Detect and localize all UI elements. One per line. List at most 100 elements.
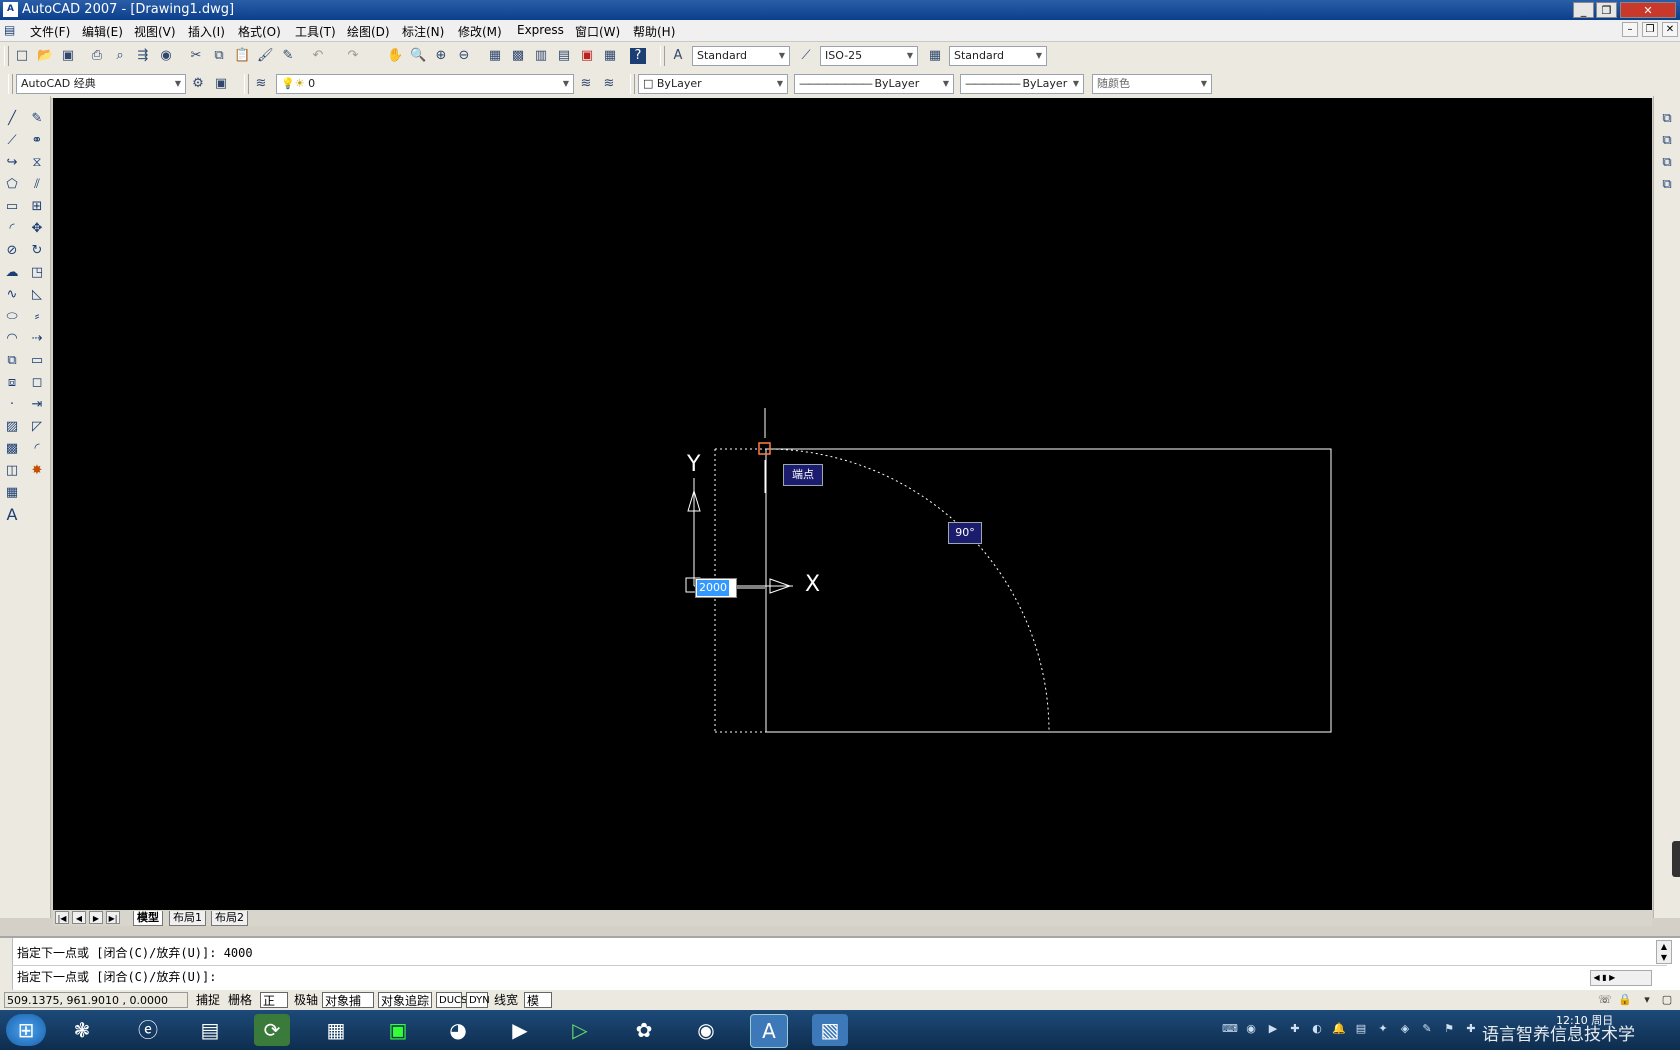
properties-icon[interactable]: ▦ xyxy=(487,48,503,64)
lock-icon[interactable]: 🔒 xyxy=(1618,993,1632,1007)
layer-previous-icon[interactable]: ≋ xyxy=(601,76,617,92)
tray-icon-4[interactable]: ◐ xyxy=(1310,1022,1324,1036)
extend-icon[interactable]: ⇢ xyxy=(28,330,46,348)
tab-model[interactable]: 模型 xyxy=(133,911,163,926)
my-workspace-icon[interactable]: ▣ xyxy=(213,76,229,92)
linetype-select[interactable]: ———————— ByLayer ▼ xyxy=(794,74,954,94)
tray-icon-10[interactable]: ✚ xyxy=(1464,1022,1478,1036)
menu-draw[interactable]: 绘图(D) xyxy=(347,23,390,40)
break-at-point-icon[interactable]: ▭ xyxy=(28,352,46,370)
plotstyle-select[interactable]: 随颜色 ▼ xyxy=(1092,74,1212,94)
zoom-previous-icon[interactable]: ⊖ xyxy=(456,48,472,64)
text-style-select[interactable]: Standard ▼ xyxy=(692,46,790,66)
design-center-icon[interactable]: ▩ xyxy=(510,48,526,64)
menu-format[interactable]: 格式(O) xyxy=(238,23,281,40)
chamfer-icon[interactable]: ◸ xyxy=(28,418,46,436)
communication-center-icon[interactable]: ☏ xyxy=(1598,993,1612,1007)
keyboard-icon[interactable]: ⌨ xyxy=(1222,1022,1238,1036)
gradient-icon[interactable]: ▩ xyxy=(3,440,21,458)
command-horizontal-scrollbar[interactable]: ◀ ▮ ▶ xyxy=(1590,970,1652,986)
match-properties-icon[interactable]: 🖌 xyxy=(257,48,274,64)
scale-icon[interactable]: ◳ xyxy=(28,264,46,282)
lineweight-select[interactable]: —————— ByLayer ▼ xyxy=(960,74,1084,94)
command-prompt-line[interactable]: 指定下一点或 [闭合(C)/放弃(U)]: xyxy=(17,968,216,985)
plot-icon[interactable]: ⎙ xyxy=(89,48,105,64)
app-icon-blue[interactable]: ▦ xyxy=(318,1014,354,1046)
tab-layout1[interactable]: 布局1 xyxy=(169,911,206,926)
fillet-icon[interactable]: ◜ xyxy=(28,440,46,458)
status-toggle-1[interactable]: 栅格 xyxy=(226,992,260,1008)
tray-icon-6[interactable]: ✦ xyxy=(1376,1022,1390,1036)
offset-icon[interactable]: ⫽ xyxy=(28,176,46,194)
undo-icon[interactable]: ↶ xyxy=(310,48,326,64)
explode-icon[interactable]: ✸ xyxy=(28,462,46,480)
erase-icon[interactable]: ✎ xyxy=(28,110,46,128)
clean-screen-icon[interactable]: ▢ xyxy=(1660,993,1674,1007)
status-toggle-8[interactable]: 线宽 xyxy=(492,992,524,1008)
move-icon[interactable]: ✥ xyxy=(28,220,46,238)
hatch-icon[interactable]: ▨ xyxy=(3,418,21,436)
browser-icon[interactable]: ◕ xyxy=(440,1014,476,1046)
drawing-canvas[interactable]: Y X 端点 90° 2000 xyxy=(53,98,1652,910)
menu-express[interactable]: Express xyxy=(517,23,564,37)
copy-icon[interactable]: ⧉ xyxy=(211,48,227,64)
insert-block-icon[interactable]: ⧉ xyxy=(3,352,21,370)
package-app-icon[interactable]: ▧ xyxy=(812,1014,848,1046)
help-icon[interactable]: ? xyxy=(630,48,646,64)
toolbar-grip[interactable] xyxy=(4,46,9,66)
minimize-button[interactable]: _ xyxy=(1573,2,1594,18)
tray-icon-7[interactable]: ◈ xyxy=(1398,1022,1412,1036)
restore-button[interactable]: ❐ xyxy=(1596,2,1617,18)
autocad-app-icon[interactable]: A xyxy=(3,2,18,17)
calculator-icon[interactable]: ▦ xyxy=(602,48,618,64)
last-layout-button[interactable]: ▶| xyxy=(106,911,120,924)
save-icon[interactable]: ▣ xyxy=(60,48,76,64)
copy-object-icon[interactable]: ⚭ xyxy=(28,132,46,150)
menu-dimension[interactable]: 标注(N) xyxy=(402,23,444,40)
open-icon[interactable]: 📂 xyxy=(37,48,53,64)
app-icon-green[interactable]: ⟳ xyxy=(254,1014,290,1046)
stretch-icon[interactable]: ◺ xyxy=(28,286,46,304)
command-scrollbar[interactable]: ▲ ▼ xyxy=(1656,940,1672,964)
tray-icon-9[interactable]: ⚑ xyxy=(1442,1022,1456,1036)
toolbar-grip[interactable] xyxy=(244,74,249,94)
pan-icon[interactable]: ✋ xyxy=(387,48,403,64)
notification-icon[interactable]: 🔔 xyxy=(1332,1022,1346,1036)
status-toggle-4[interactable]: 对象捕捉 xyxy=(322,992,374,1024)
workspace-select[interactable]: AutoCAD 经典 ▼ xyxy=(16,74,186,94)
make-block-icon[interactable]: ⧈ xyxy=(3,374,21,392)
ellipse-arc-icon[interactable]: ◠ xyxy=(3,330,21,348)
bring-to-front-icon[interactable]: ⧉ xyxy=(1658,110,1676,128)
iqiyi-icon[interactable]: ▣ xyxy=(380,1014,416,1046)
next-layout-button[interactable]: ▶ xyxy=(89,911,103,924)
polyline-icon[interactable]: ↪ xyxy=(3,154,21,172)
send-to-back-icon[interactable]: ⧉ xyxy=(1658,132,1676,150)
status-toggle-6[interactable]: DUCS xyxy=(436,992,467,1008)
menu-help[interactable]: 帮助(H) xyxy=(633,23,675,40)
ellipse-icon[interactable]: ⬭ xyxy=(3,308,21,326)
text-style-icon[interactable]: A xyxy=(670,48,686,64)
tray-icon-5[interactable]: ▤ xyxy=(1354,1022,1368,1036)
menu-insert[interactable]: 插入(I) xyxy=(188,23,225,40)
toolbar-grip[interactable] xyxy=(660,46,665,66)
status-toggle-2[interactable]: 正交 xyxy=(260,992,288,1024)
status-toggle-9[interactable]: 模型 xyxy=(524,992,552,1024)
rectangle-icon[interactable]: ▭ xyxy=(3,198,21,216)
tab-layout2[interactable]: 布局2 xyxy=(211,911,248,926)
spline-icon[interactable]: ∿ xyxy=(3,286,21,304)
command-window[interactable]: 指定下一点或 [闭合(C)/放弃(U)]: 4000 指定下一点或 [闭合(C)… xyxy=(0,936,1680,993)
status-toggle-3[interactable]: 极轴 xyxy=(292,992,322,1008)
circle-icon[interactable]: ⊘ xyxy=(3,242,21,260)
tray-icon-3[interactable]: ✚ xyxy=(1288,1022,1302,1036)
paste-icon[interactable]: 📋 xyxy=(234,48,250,64)
drawing-restore-button[interactable]: ❐ xyxy=(1642,22,1658,37)
break-icon[interactable]: ◻ xyxy=(28,374,46,392)
array-icon[interactable]: ⊞ xyxy=(28,198,46,216)
send-under-icon[interactable]: ⧉ xyxy=(1658,176,1676,194)
zoom-realtime-icon[interactable]: 🔍 xyxy=(410,48,426,64)
zoom-window-icon[interactable]: ⊕ xyxy=(433,48,449,64)
workspace-settings-icon[interactable]: ⚙ xyxy=(190,76,206,92)
dim-style-icon[interactable]: ⟋ xyxy=(798,48,814,64)
layer-select[interactable]: 💡☀ 0 ▼ xyxy=(276,74,574,94)
file-explorer-icon[interactable]: ▤ xyxy=(192,1014,228,1046)
